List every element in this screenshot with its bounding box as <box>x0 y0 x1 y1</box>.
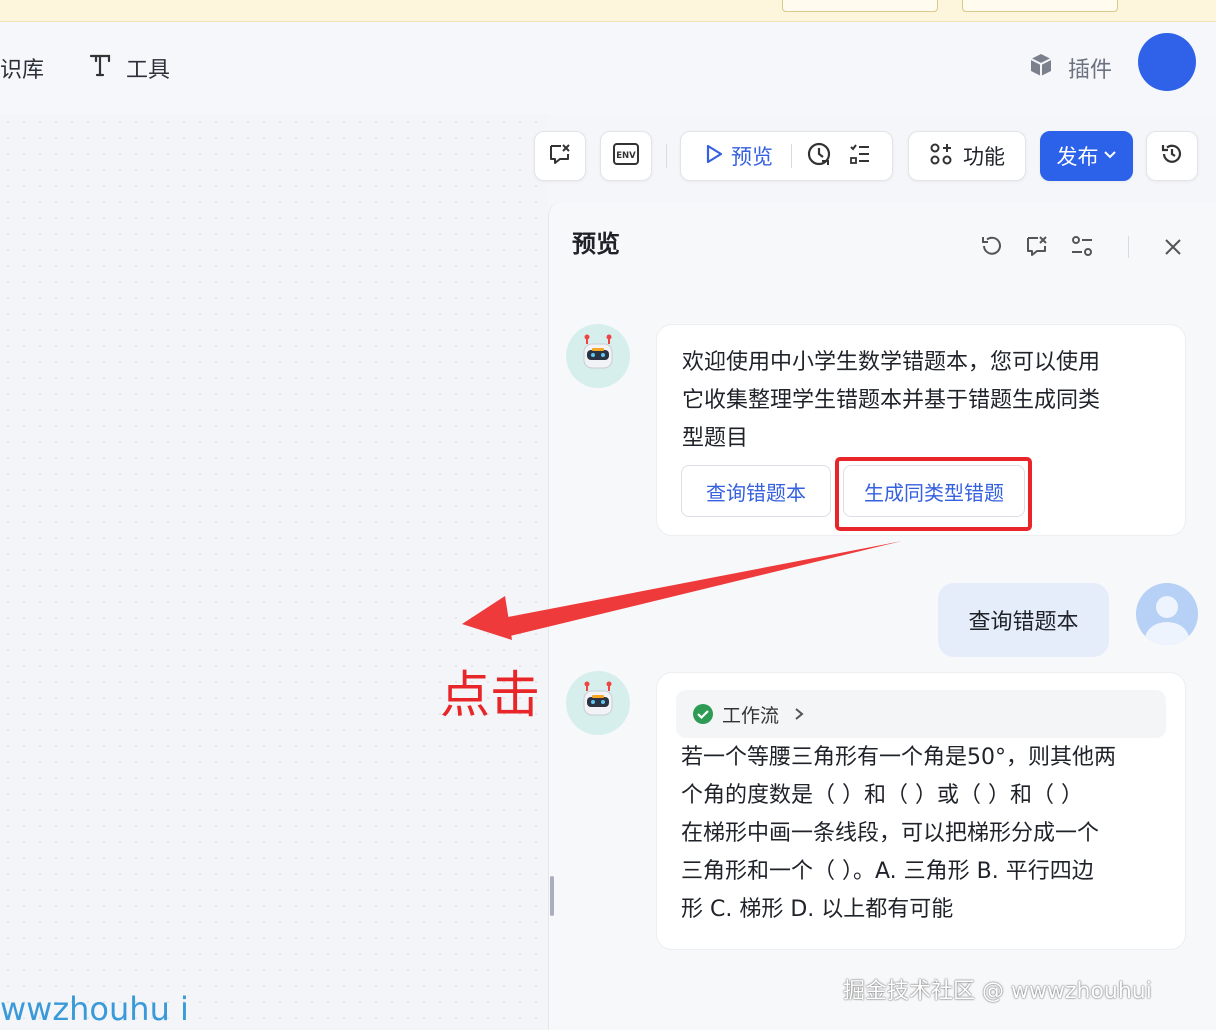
annotation-arrow <box>462 541 902 640</box>
annotation-label: 点击 <box>440 666 540 724</box>
watermark-left: wwzhouhu i <box>0 990 189 1028</box>
watermark-right: 掘金技术社区 @ wwwzhouhui <box>843 979 1152 1004</box>
